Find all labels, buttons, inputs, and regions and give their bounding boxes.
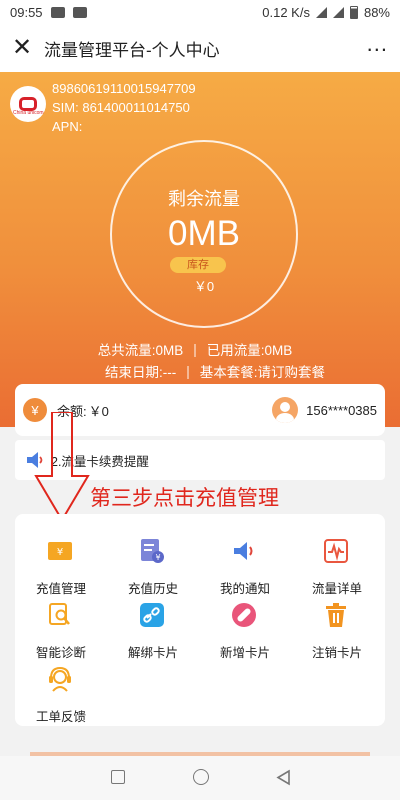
stats-divider: | [193,341,197,357]
used-data: 已用流量:0MB [206,343,293,358]
back-icon[interactable] [276,769,292,786]
close-icon[interactable]: ✕ [12,36,38,60]
usage-stats: 总共流量:0MB | 已用流量:0MB 结束日期:--- | 基本套餐:请订购套… [0,338,400,382]
card-info: 89860619110015947709 SIM: 86140001101475… [52,79,196,136]
total-data: 总共流量:0MB [97,343,184,358]
end-date: 结束日期:--- [104,365,177,380]
title-bar: ✕ 流量管理平台-个人中心 ... [0,24,400,72]
status-time: 09:55 [10,4,43,20]
status-bar: 09:55 0.12 K/s 88% [0,0,400,24]
battery-level: 88% [363,4,390,20]
svg-text:¥: ¥ [155,553,160,562]
menu-cancel-card[interactable]: 注销卡片 [291,588,383,660]
page-title: 流量管理平台-个人中心 [44,40,220,60]
menu-label: 新增卡片 [219,646,270,660]
function-grid: ¥ 充值管理 ¥ 充值历史 我的通知 流量详单 智能诊断 解绑卡片 新增卡片 注… [15,514,385,726]
home-icon[interactable] [193,769,209,785]
china-unicom-logo: China unicom [10,86,46,122]
more-icon[interactable]: ... [367,33,388,63]
battery-icon [349,5,358,19]
menu-label: 注销卡片 [311,646,362,660]
phone-number: 156****0385 [306,402,377,418]
annotation-text: 第三步点击充值管理 [90,487,279,510]
stock-badge: 库存 [170,257,226,273]
delete-card-icon [326,603,346,627]
recharge-icon: ¥ [48,542,72,560]
remaining-data-circle: 剩余流量 0MB 库存 ￥0 [110,140,298,328]
unbind-icon [140,603,164,627]
remaining-amount: ￥0 [193,279,215,294]
menu-recharge-management[interactable]: ¥ 充值管理 [15,524,107,596]
menu-label: 工单反馈 [35,710,86,724]
menu-unbind-card[interactable]: 解绑卡片 [107,588,199,660]
wechat-icon [50,6,65,18]
annotation-arrow-icon [34,412,90,522]
iccid-text: 89860619110015947709 [52,81,196,96]
support-icon [49,666,71,692]
network-speed: 0.12 K/s [262,4,310,20]
menu-recharge-history[interactable]: ¥ 充值历史 [107,524,199,596]
usage-detail-icon [324,539,348,563]
remaining-data-label: 剩余流量 [168,189,240,209]
menu-smart-diagnosis[interactable]: 智能诊断 [15,588,107,660]
signal-4g-icon [315,6,327,18]
add-card-icon [232,603,256,627]
remaining-data-value: 0MB [168,214,240,253]
sim-text: SIM: 861400011014750 [52,100,190,115]
menu-usage-details[interactable]: 流量详单 [291,524,383,596]
notification-icon [234,542,253,560]
image-icon [72,6,87,18]
menu-ticket-feedback[interactable]: 工单反馈 [15,652,107,724]
menu-label: 解绑卡片 [127,646,178,660]
svg-text:¥: ¥ [57,547,63,558]
recent-apps-icon[interactable] [111,770,125,784]
package-info: 基本套餐:请订购套餐 [199,365,326,380]
stats-divider: | [186,363,190,379]
recharge-history-icon: ¥ [141,539,164,563]
menu-my-notifications[interactable]: 我的通知 [199,524,291,596]
apn-text: APN: [52,119,83,134]
menu-add-card[interactable]: 新增卡片 [199,588,291,660]
diagnosis-icon [49,603,70,625]
signal-icon [332,6,344,18]
avatar[interactable] [272,397,299,423]
system-navigation-bar [0,756,400,800]
